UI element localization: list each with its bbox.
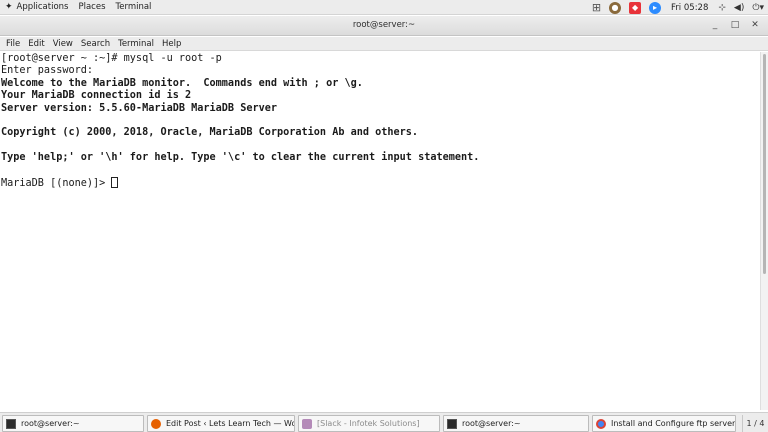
minimize-icon[interactable]: _: [708, 18, 722, 32]
menu-file[interactable]: File: [3, 39, 23, 49]
menu-search[interactable]: Search: [78, 39, 113, 49]
volume-icon[interactable]: ◀): [734, 0, 744, 15]
task-label: [Slack - Infotek Solutions]: [317, 419, 420, 428]
window-controls: _ □ ✕: [702, 18, 762, 32]
terminal-line: Copyright (c) 2000, 2018, Oracle, MariaD…: [1, 127, 419, 139]
menu-help[interactable]: Help: [159, 39, 184, 49]
menu-terminal[interactable]: Terminal: [115, 39, 157, 49]
task-label: root@server:~: [21, 419, 80, 428]
clock[interactable]: Fri 05:28: [671, 3, 708, 13]
close-icon[interactable]: ✕: [748, 18, 762, 32]
applications-label: Applications: [16, 2, 69, 12]
power-icon[interactable]: ⏻▾: [752, 0, 764, 15]
terminal-line: Your MariaDB connection id is 2: [1, 90, 192, 102]
task-terminal-1[interactable]: root@server:~: [2, 415, 144, 432]
task-terminal-2[interactable]: root@server:~: [443, 415, 589, 432]
scrollbar-thumb[interactable]: [763, 54, 766, 274]
zoom-tray-icon[interactable]: ▸: [649, 0, 662, 15]
terminal-icon: [6, 418, 16, 429]
places-label: Places: [78, 2, 106, 12]
task-slack[interactable]: [Slack - Infotek Solutions]: [298, 415, 440, 432]
terminal-line: Type 'help;' or '\h' for help. Type '\c'…: [1, 152, 480, 164]
text-cursor: [111, 176, 119, 188]
applications-menu[interactable]: ✦ Applications: [0, 0, 73, 15]
slack-icon: [302, 418, 312, 429]
task-label: Install and Configure ftp server in c...: [611, 419, 736, 428]
top-panel: ✦ Applications Places Terminal ⊞ ● ◆ ▸ F…: [0, 0, 768, 15]
menu-edit[interactable]: Edit: [25, 39, 47, 49]
menu-view[interactable]: View: [50, 39, 76, 49]
maximize-icon[interactable]: □: [728, 18, 742, 32]
firefox-icon: [151, 418, 161, 429]
terminal-output[interactable]: [root@server ~ :~]# mysql -u root -p Ent…: [0, 52, 760, 410]
terminal-line: Enter password:: [1, 65, 94, 77]
task-firefox[interactable]: Edit Post ‹ Lets Learn Tech — Wor...: [147, 415, 295, 432]
terminal-app-label: Terminal: [115, 2, 152, 12]
network-status-icon[interactable]: ⊹: [718, 0, 726, 15]
prompt-line[interactable]: MariaDB [(none)]>: [1, 176, 759, 189]
anydesk-tray-icon[interactable]: ◆: [629, 0, 642, 15]
terminal-app-menu[interactable]: Terminal: [111, 0, 157, 15]
gnome-foot-icon: ✦: [5, 2, 13, 12]
window-title: root@server:~: [352, 20, 416, 30]
task-label: root@server:~: [462, 419, 521, 428]
workspace-pager[interactable]: 1 / 4: [742, 415, 768, 432]
menu-bar: File Edit View Search Terminal Help: [0, 37, 768, 51]
task-label: Edit Post ‹ Lets Learn Tech — Wor...: [166, 419, 295, 428]
window-titlebar[interactable]: root@server:~ _ □ ✕: [0, 16, 768, 36]
places-menu[interactable]: Places: [73, 0, 110, 15]
mariadb-prompt: MariaDB [(none)]>: [1, 177, 112, 189]
terminal-icon: [447, 418, 457, 429]
cat-tray-icon[interactable]: ●: [609, 0, 622, 15]
terminal-scrollbar[interactable]: [760, 52, 768, 410]
terminal-line: [root@server ~ :~]# mysql -u root -p: [1, 53, 222, 64]
task-chrome[interactable]: Install and Configure ftp server in c...: [592, 415, 736, 432]
chrome-icon: [596, 418, 606, 429]
taskbar: root@server:~ Edit Post ‹ Lets Learn Tec…: [0, 412, 768, 432]
network-tray-icon[interactable]: ⊞: [592, 0, 601, 15]
terminal-line: Welcome to the MariaDB monitor. Commands…: [1, 77, 363, 89]
panel-tray: ⊞ ● ◆ ▸ Fri 05:28 ⊹ ◀) ⏻▾: [588, 0, 768, 15]
terminal-line: Server version: 5.5.60-MariaDB MariaDB S…: [1, 102, 278, 114]
